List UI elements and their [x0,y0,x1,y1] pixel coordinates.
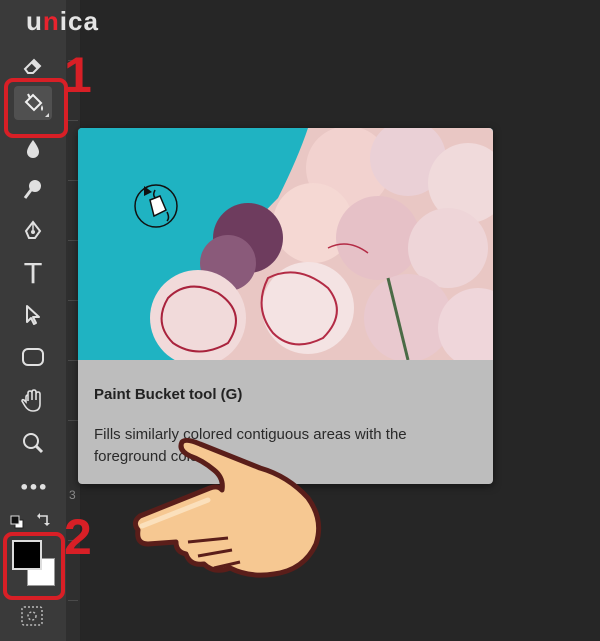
rectangle-tool[interactable] [14,340,52,374]
pen-icon [24,220,42,239]
swap-colors-icon[interactable] [36,512,52,528]
blur-drop-icon [27,140,39,158]
quick-mask-icon[interactable] [21,606,43,626]
default-colors-icon[interactable] [9,514,25,530]
tool-tooltip: Paint Bucket tool (G) Fills similarly co… [78,128,493,484]
eraser-icon [23,58,42,74]
dodge-icon [23,180,41,199]
dodge-tool[interactable] [14,172,52,206]
more-icon: ••• [19,477,48,497]
unica-logo: unica [26,6,99,36]
pointing-hand-icon [132,438,322,578]
more-tools-button[interactable]: ••• [14,470,52,504]
step-1-label: 1 [64,47,92,103]
hand-tool[interactable] [14,384,52,418]
hand-icon [21,389,41,412]
flower-bouquet-illustration [78,128,493,368]
path-selection-tool[interactable] [14,298,52,332]
step-2-label: 2 [64,509,92,565]
rounded-rectangle-icon [22,348,44,366]
step-1-highlight [4,78,68,138]
type-icon: T [24,256,42,290]
step-2-highlight [3,532,65,600]
eraser-tool[interactable] [14,48,52,82]
zoom-icon [23,433,44,454]
type-tool[interactable]: T [14,256,52,290]
zoom-tool[interactable] [14,426,52,460]
tooltip-preview-image [78,128,493,368]
pen-tool[interactable] [14,214,52,248]
tooltip-title: Paint Bucket tool (G) [94,386,243,403]
path-selection-icon [26,305,40,325]
ruler-number: 3 [69,488,76,502]
